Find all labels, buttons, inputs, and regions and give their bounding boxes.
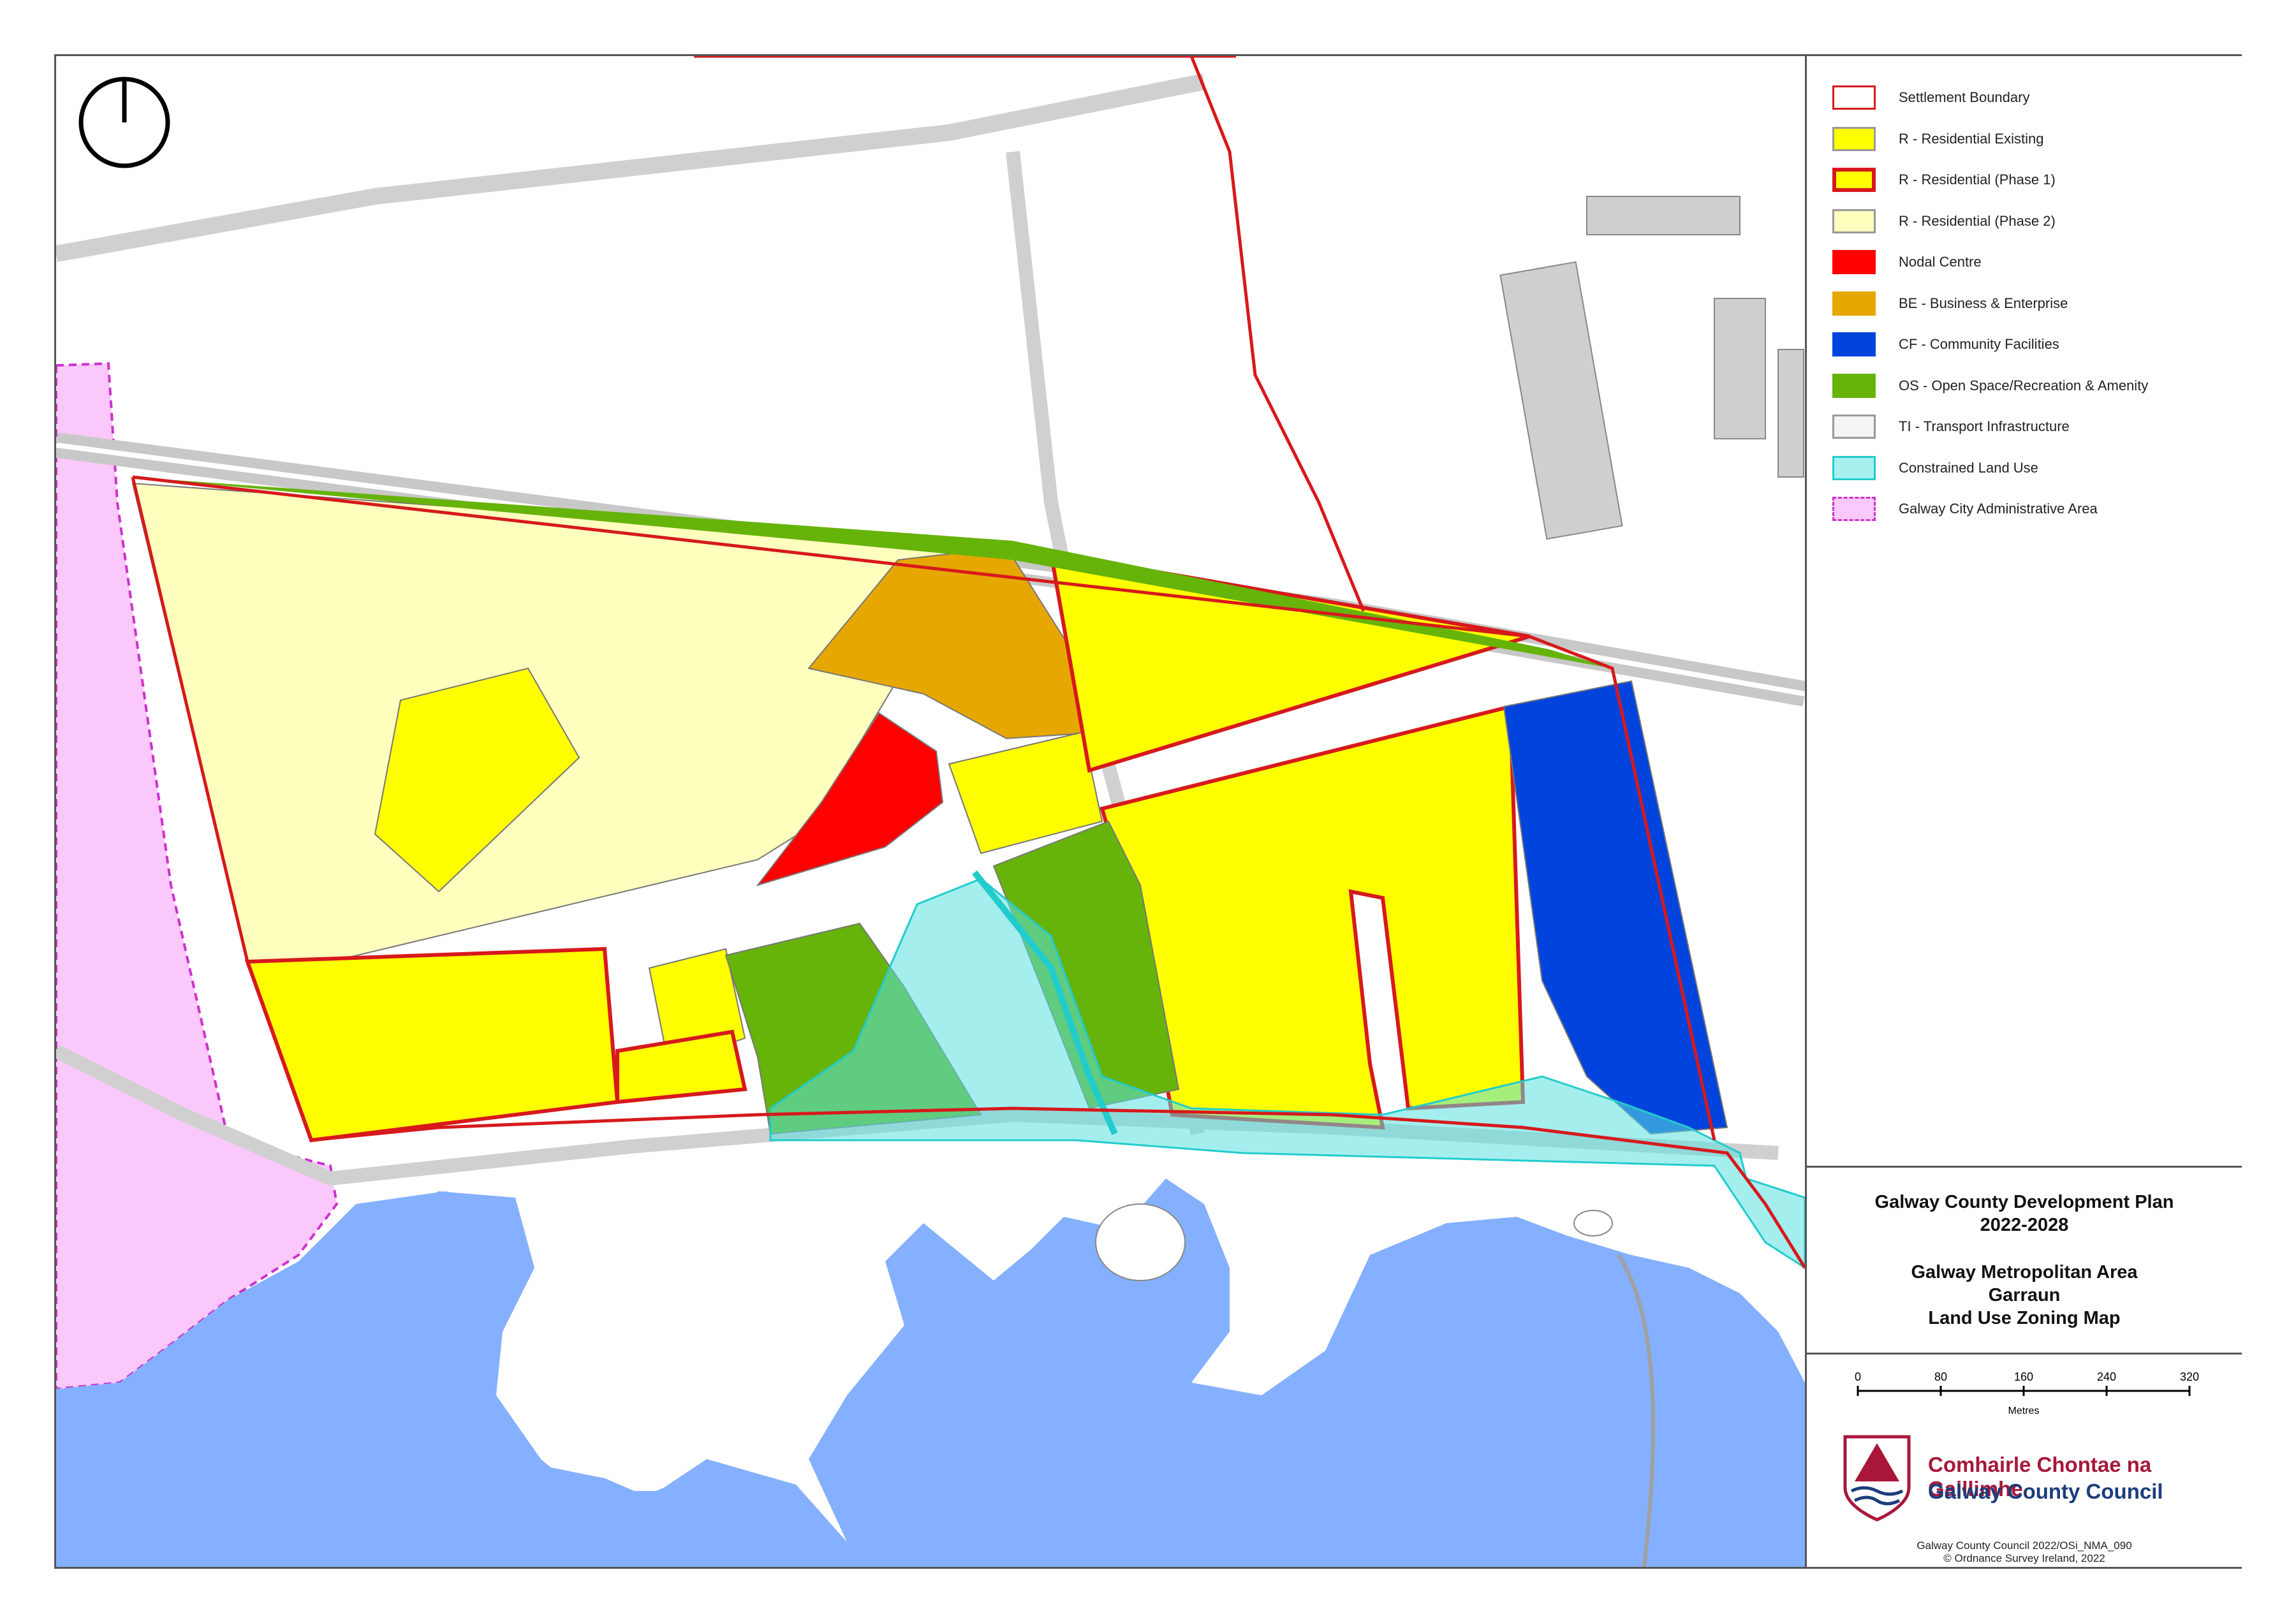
scale-tick-label: 240 [2097, 1370, 2116, 1383]
legend-label: R - Residential (Phase 2) [1899, 212, 2056, 229]
legend-swatch [1832, 497, 1876, 521]
legend-swatch [1832, 168, 1876, 192]
legend-item: Constrained Land Use [1832, 452, 2038, 484]
credit-line-1: Galway County Council 2022/OSi_NMA_090 [1917, 1539, 2132, 1552]
legend-label: Settlement Boundary [1899, 89, 2030, 105]
map-canvas [56, 56, 1805, 1567]
legend-item: R - Residential (Phase 2) [1832, 205, 2056, 237]
legend-item: Nodal Centre [1832, 246, 1982, 278]
legend-swatch [1832, 455, 1876, 480]
legend-item: TI - Transport Infrastructure [1832, 411, 2070, 443]
legend-label: R - Residential (Phase 1) [1899, 172, 2056, 187]
legend-label: R - Residential Existing [1899, 130, 2044, 147]
legend-item: CF - Community Facilities [1832, 328, 2059, 360]
place-name: Garraun [1988, 1285, 2061, 1305]
map-name: Land Use Zoning Map [1928, 1308, 2121, 1328]
legend-swatch [1832, 250, 1876, 274]
legend-label: Constrained Land Use [1899, 459, 2038, 476]
legend-item: Galway City Administrative Area [1832, 493, 2098, 525]
legend-swatch [1832, 85, 1876, 110]
council-name-english: Galway County Council [1928, 1480, 2163, 1503]
legend-label: BE - Business & Enterprise [1899, 295, 2068, 311]
scale-tick-label: 160 [2014, 1370, 2033, 1383]
zoning-map[interactable] [56, 56, 1805, 1567]
title-block: Galway County Development Plan 2022-2028… [1807, 1166, 2242, 1355]
scale-bar: 0 80 160 240 320 Metres [1855, 1370, 2199, 1416]
legend-label: OS - Open Space/Recreation & Amenity [1899, 377, 2149, 393]
legend-label: Nodal Centre [1899, 254, 1982, 270]
legend-swatch [1832, 373, 1876, 398]
legend-label: Galway City Administrative Area [1899, 501, 2098, 517]
legend-label: TI - Transport Infrastructure [1899, 418, 2070, 434]
legend-swatch [1832, 126, 1876, 151]
legend-swatch [1832, 209, 1876, 233]
legend-item: OS - Open Space/Recreation & Amenity [1832, 370, 2148, 402]
legend-swatch [1832, 332, 1876, 356]
credit-line-2: © Ordnance Survey Ireland, 2022 [1943, 1552, 2105, 1564]
legend-item: BE - Business & Enterprise [1832, 288, 2068, 319]
legend-item: Settlement Boundary [1832, 82, 2029, 114]
council-crest-icon [1843, 1435, 1911, 1522]
legend-panel: Settlement Boundary R - Residential Exist… [1805, 56, 2242, 1567]
legend-item: R - Residential Existing [1832, 123, 2043, 155]
plan-title: Galway County Development Plan [1874, 1192, 2174, 1212]
scale-unit: Metres [2008, 1406, 2040, 1416]
area-name: Galway Metropolitan Area [1911, 1262, 2138, 1282]
scale-tick-label: 320 [2180, 1370, 2199, 1383]
legend-swatch [1832, 415, 1876, 439]
legend-item: R - Residential (Phase 1) [1832, 164, 2056, 196]
legend-swatch [1832, 291, 1876, 316]
scale-tick-label: 0 [1855, 1370, 1861, 1383]
legend-label: CF - Community Facilities [1899, 336, 2059, 352]
council-logo: Comhairle Chontae na Gaillimhe Galway Co… [1832, 1427, 2228, 1523]
scale-tick-label: 80 [1934, 1370, 1947, 1383]
plan-years: 2022-2028 [1980, 1215, 2069, 1235]
